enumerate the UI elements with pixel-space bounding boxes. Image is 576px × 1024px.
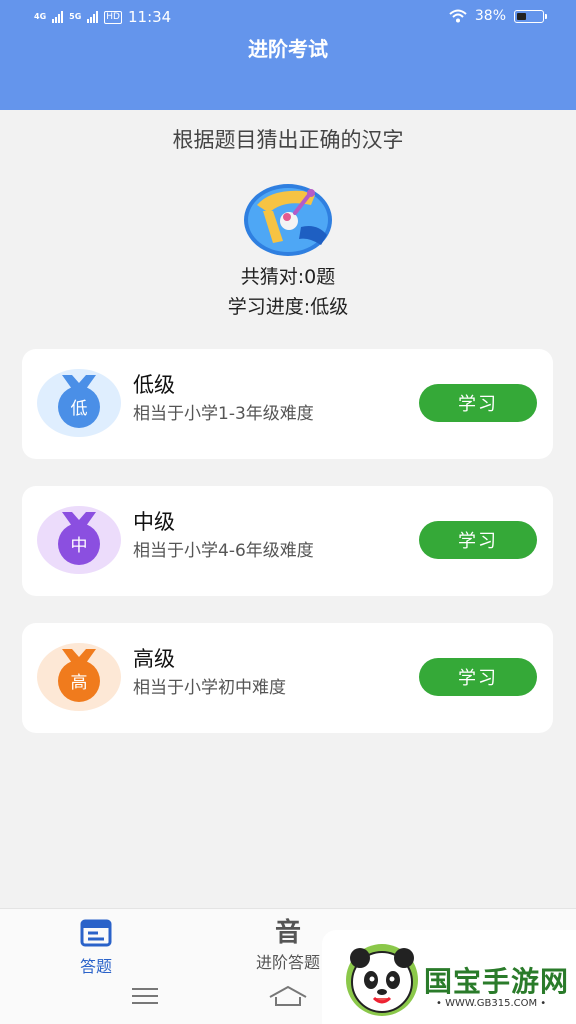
- level-card-low: 低 低级 相当于小学1-3年级难度 学习: [22, 349, 553, 459]
- watermark-logo: 国宝手游网 • WWW.GB315.COM •: [322, 930, 576, 1024]
- medal-badge-label: 中: [71, 536, 88, 556]
- learning-progress: 学习进度:低级: [227, 296, 349, 318]
- header-bar: 4G 5G HD 11:34 38% 进阶考试: [0, 0, 576, 110]
- level-name: 高级: [133, 647, 175, 671]
- signal-bars-icon: [52, 11, 64, 23]
- panda-icon: [346, 944, 418, 1016]
- hd-icon: HD: [104, 10, 122, 24]
- page-title: 进阶考试: [248, 37, 328, 61]
- signal-5g-label: 5G: [69, 12, 82, 21]
- quiz-icon: [80, 919, 112, 947]
- study-button-high[interactable]: 学习: [419, 658, 537, 696]
- signal-4g-label: 4G: [34, 12, 47, 21]
- level-card-mid: 中 中级 相当于小学4-6年级难度 学习: [22, 486, 553, 596]
- status-time: 11:34: [127, 8, 172, 26]
- tab-quiz[interactable]: 答题: [41, 919, 151, 977]
- battery-percent: 38%: [474, 8, 506, 24]
- menu-icon[interactable]: [131, 987, 159, 1005]
- battery-icon: [514, 9, 547, 23]
- medal-badge-label: 高: [71, 673, 88, 693]
- correct-count: 共猜对:0题: [240, 266, 336, 288]
- status-bar: 4G 5G HD 11:34 38%: [0, 8, 576, 28]
- watermark-text: 国宝手游网: [424, 965, 570, 998]
- medal-badge-label: 低: [71, 399, 88, 419]
- level-description: 相当于小学1-3年级难度: [133, 404, 314, 424]
- level-description: 相当于小学初中难度: [133, 678, 286, 698]
- level-name: 低级: [133, 373, 175, 397]
- level-name: 中级: [133, 510, 175, 534]
- signal-bars-icon: [87, 11, 99, 23]
- medal-icon: 低: [37, 369, 121, 437]
- quiz-logo-icon: [244, 184, 332, 256]
- watermark-url: • WWW.GB315.COM •: [436, 998, 547, 1009]
- study-button-mid[interactable]: 学习: [419, 521, 537, 559]
- tab-label: 答题: [79, 957, 112, 976]
- home-icon[interactable]: [268, 985, 308, 1007]
- medal-icon: 中: [37, 506, 121, 574]
- quiz-subtitle: 根据题目猜出正确的汉字: [172, 128, 404, 152]
- level-description: 相当于小学4-6年级难度: [133, 541, 314, 561]
- level-card-high: 高 高级 相当于小学初中难度 学习: [22, 623, 553, 733]
- study-button-low[interactable]: 学习: [419, 384, 537, 422]
- wifi-icon: [449, 9, 467, 23]
- medal-icon: 高: [37, 643, 121, 711]
